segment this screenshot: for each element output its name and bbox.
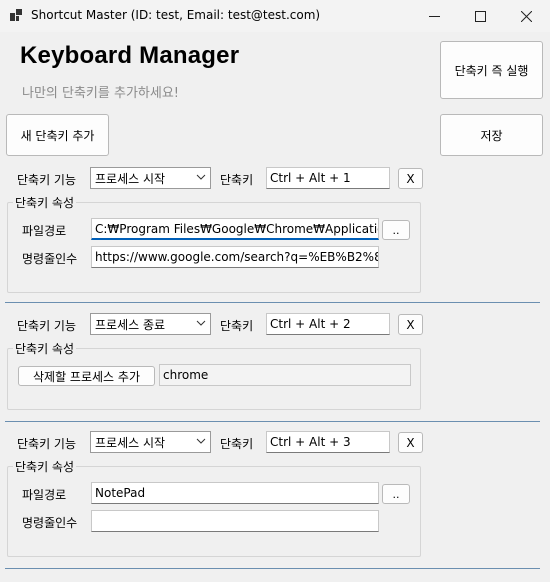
arguments-input[interactable]: https://www.google.com/search?q=%EB%B2%8… <box>91 246 379 268</box>
file-path-label: 파일경로 <box>22 224 67 238</box>
file-path-input[interactable]: C:₩Program Files₩Google₩Chrome₩Applicati… <box>91 218 379 240</box>
function-dropdown-value: 프로세스 시작 <box>95 435 166 450</box>
remove-shortcut-button[interactable]: X <box>398 432 423 453</box>
arguments-label: 명령줄인수 <box>22 516 78 530</box>
key-combination-input[interactable]: Ctrl + Alt + 1 <box>266 167 390 189</box>
group-title: 단축키 속성 <box>13 194 77 211</box>
divider <box>5 568 540 569</box>
browse-button[interactable]: .. <box>382 484 410 504</box>
function-dropdown[interactable]: 프로세스 시작 <box>90 167 211 189</box>
divider <box>5 421 540 422</box>
process-name-field[interactable]: chrome <box>159 364 411 386</box>
group-title: 단축키 속성 <box>13 340 77 357</box>
function-dropdown-value: 프로세스 시작 <box>95 171 166 186</box>
save-button[interactable]: 저장 <box>440 114 543 156</box>
function-dropdown[interactable]: 프로세스 종료 <box>90 313 211 335</box>
arguments-label: 명령줄인수 <box>22 252 78 266</box>
chevron-down-icon <box>196 174 206 180</box>
key-label: 단축키 <box>220 319 254 333</box>
remove-shortcut-button[interactable]: X <box>398 168 423 189</box>
function-label: 단축키 기능 <box>17 173 77 187</box>
add-process-to-kill-button[interactable]: 삭제할 프로세스 추가 <box>18 366 155 386</box>
close-window-button[interactable] <box>503 0 549 32</box>
function-dropdown[interactable]: 프로세스 시작 <box>90 431 211 453</box>
page-subtitle: 나만의 단축키를 추가하세요! <box>22 86 179 101</box>
add-shortcut-button[interactable]: 새 단축키 추가 <box>6 114 109 156</box>
key-combination-input[interactable]: Ctrl + Alt + 3 <box>266 431 390 453</box>
file-path-label: 파일경로 <box>22 488 67 502</box>
run-shortcut-now-button[interactable]: 단축키 즉 실행 <box>440 41 543 99</box>
minimize-icon <box>428 15 440 17</box>
function-label: 단축키 기능 <box>17 437 77 451</box>
arguments-input[interactable] <box>91 510 379 532</box>
page-title: Keyboard Manager <box>20 42 240 69</box>
group-title: 단축키 속성 <box>13 458 77 475</box>
window-title: Shortcut Master (ID: test, Email: test@t… <box>31 8 321 22</box>
minimize-button[interactable] <box>411 0 457 32</box>
file-path-input[interactable]: NotePad <box>91 482 379 504</box>
chevron-down-icon <box>196 320 206 326</box>
key-label: 단축키 <box>220 173 254 187</box>
key-label: 단축키 <box>220 437 254 451</box>
title-bar: Shortcut Master (ID: test, Email: test@t… <box>0 0 550 32</box>
chevron-down-icon <box>196 438 206 444</box>
divider <box>5 302 540 303</box>
key-combination-input[interactable]: Ctrl + Alt + 2 <box>266 313 390 335</box>
close-icon <box>520 10 532 22</box>
remove-shortcut-button[interactable]: X <box>398 314 423 335</box>
maximize-button[interactable] <box>457 0 503 32</box>
browse-button[interactable]: .. <box>382 220 410 240</box>
app-icon <box>10 9 22 21</box>
maximize-icon <box>474 10 486 22</box>
function-label: 단축키 기능 <box>17 319 77 333</box>
function-dropdown-value: 프로세스 종료 <box>95 317 166 332</box>
